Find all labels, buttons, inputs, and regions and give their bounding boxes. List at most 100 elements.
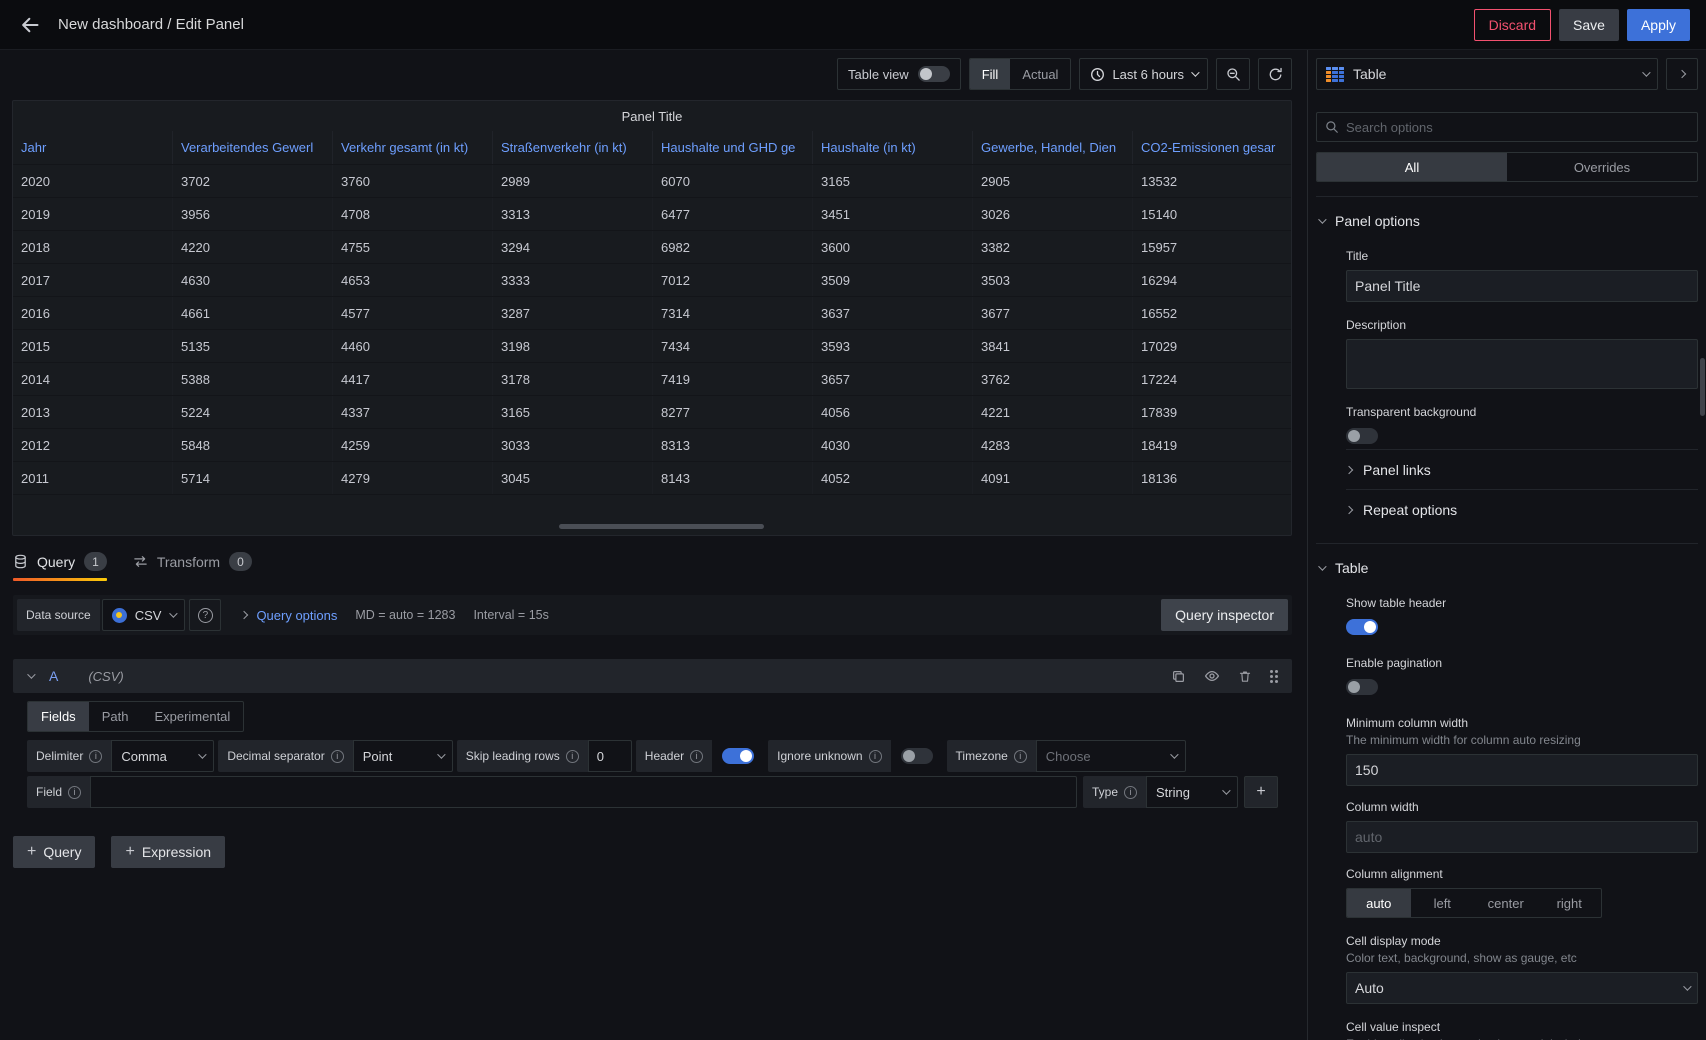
panel-title[interactable]: Panel Title bbox=[13, 101, 1291, 131]
add-expression-button[interactable]: +Expression bbox=[111, 836, 225, 868]
min-column-width-input[interactable] bbox=[1346, 754, 1698, 786]
collapse-options-button[interactable] bbox=[1666, 58, 1698, 90]
tab-query[interactable]: Query 1 bbox=[13, 552, 107, 581]
visualization-picker[interactable]: Table bbox=[1316, 58, 1658, 90]
table-cell: 18419 bbox=[1133, 429, 1292, 461]
options-filter-tabs: All Overrides bbox=[1316, 152, 1698, 182]
alignment-option-right[interactable]: right bbox=[1538, 889, 1602, 917]
table-cell: 7012 bbox=[653, 264, 813, 296]
field-type-select[interactable]: String bbox=[1146, 776, 1238, 808]
show-table-header-label: Show table header bbox=[1346, 596, 1698, 610]
collapse-query-icon[interactable] bbox=[27, 670, 35, 678]
discard-button[interactable]: Discard bbox=[1474, 9, 1551, 41]
actual-option[interactable]: Actual bbox=[1010, 59, 1070, 89]
table-row: 201746304653333370123509350316294 bbox=[13, 263, 1291, 296]
table-cell: 3333 bbox=[493, 264, 653, 296]
add-field-button[interactable]: + bbox=[1244, 776, 1278, 808]
enable-pagination-toggle[interactable] bbox=[1346, 679, 1378, 695]
delete-query-trash-icon[interactable] bbox=[1238, 669, 1252, 684]
column-width-input[interactable] bbox=[1346, 821, 1698, 853]
table-cell: 3313 bbox=[493, 198, 653, 230]
refresh-button[interactable] bbox=[1258, 58, 1292, 90]
table-column-header[interactable]: Haushalte und GHD ge bbox=[653, 131, 813, 164]
panel-options-header[interactable]: Panel options bbox=[1316, 197, 1698, 235]
delimiter-select[interactable]: Comma bbox=[111, 740, 214, 772]
table-cell: 4460 bbox=[333, 330, 493, 362]
datasource-picker[interactable]: CSV bbox=[102, 599, 186, 631]
table-cell: 4283 bbox=[973, 429, 1133, 461]
panel-links-section[interactable]: Panel links bbox=[1346, 449, 1698, 489]
csv-subtab-experimental[interactable]: Experimental bbox=[141, 702, 243, 731]
duplicate-icon[interactable] bbox=[1171, 669, 1186, 684]
add-query-button[interactable]: +Query bbox=[13, 836, 95, 868]
alignment-option-center[interactable]: center bbox=[1474, 889, 1538, 917]
table-cell: 4279 bbox=[333, 462, 493, 494]
search-icon bbox=[1325, 120, 1339, 134]
table-column-header[interactable]: Gewerbe, Handel, Dien bbox=[973, 131, 1133, 164]
alignment-option-left[interactable]: left bbox=[1411, 889, 1475, 917]
table-cell: 8313 bbox=[653, 429, 813, 461]
hide-response-eye-icon[interactable] bbox=[1204, 668, 1220, 684]
tab-all[interactable]: All bbox=[1317, 153, 1507, 181]
back-arrow-icon[interactable] bbox=[16, 11, 44, 39]
datasource-help-button[interactable]: ? bbox=[189, 599, 221, 631]
show-table-header-toggle[interactable] bbox=[1346, 619, 1378, 635]
decimal-separator-select[interactable]: Point bbox=[353, 740, 453, 772]
sidebar-scrollbar[interactable] bbox=[1700, 358, 1705, 416]
table-column-header[interactable]: Jahr bbox=[13, 131, 173, 164]
question-icon: ? bbox=[198, 608, 213, 623]
header-toggle[interactable] bbox=[722, 748, 754, 764]
table-cell: 8143 bbox=[653, 462, 813, 494]
query-options-toggle[interactable]: Query options bbox=[241, 608, 337, 623]
horizontal-scrollbar[interactable] bbox=[559, 524, 764, 529]
alignment-option-auto[interactable]: auto bbox=[1347, 889, 1411, 917]
table-cell: 13532 bbox=[1133, 165, 1292, 197]
repeat-options-section[interactable]: Repeat options bbox=[1346, 489, 1698, 529]
panel-title-input[interactable] bbox=[1346, 270, 1698, 302]
skip-rows-input[interactable] bbox=[588, 740, 632, 772]
tab-overrides[interactable]: Overrides bbox=[1507, 153, 1697, 181]
time-range-picker[interactable]: Last 6 hours bbox=[1079, 58, 1208, 90]
query-inspector-button[interactable]: Query inspector bbox=[1161, 599, 1288, 631]
column-width-label: Column width bbox=[1346, 800, 1698, 814]
table-column-header[interactable]: Haushalte (in kt) bbox=[813, 131, 973, 164]
description-textarea[interactable] bbox=[1346, 339, 1698, 389]
timezone-select[interactable]: Choose bbox=[1036, 740, 1186, 772]
tab-transform[interactable]: Transform 0 bbox=[133, 552, 252, 581]
table-cell: 16552 bbox=[1133, 297, 1292, 329]
apply-button[interactable]: Apply bbox=[1627, 9, 1690, 41]
table-cell: 2989 bbox=[493, 165, 653, 197]
csv-subtab-fields[interactable]: Fields bbox=[28, 702, 89, 731]
table-column-header[interactable]: Straßenverkehr (in kt) bbox=[493, 131, 653, 164]
table-view-toggle[interactable] bbox=[918, 66, 950, 82]
drag-handle-icon[interactable] bbox=[1270, 670, 1273, 673]
csv-field-row: Fieldi Typei String + bbox=[27, 776, 1278, 808]
query-editor-header[interactable]: A (CSV) bbox=[13, 659, 1292, 693]
transparent-background-toggle[interactable] bbox=[1346, 428, 1378, 444]
ignore-unknown-toggle[interactable] bbox=[901, 748, 933, 764]
description-label: Description bbox=[1346, 318, 1698, 332]
max-data-points-text: MD = auto = 1283 bbox=[355, 608, 455, 622]
save-button[interactable]: Save bbox=[1559, 9, 1619, 41]
breadcrumb[interactable]: New dashboard / Edit Panel bbox=[58, 16, 244, 33]
table-column-header[interactable]: Verkehr gesamt (in kt) bbox=[333, 131, 493, 164]
table-cell: 3841 bbox=[973, 330, 1133, 362]
fill-option[interactable]: Fill bbox=[970, 59, 1011, 89]
table-cell: 3702 bbox=[173, 165, 333, 197]
query-bar: Data source CSV ? Query options MD = aut… bbox=[13, 595, 1292, 635]
transparent-background-label: Transparent background bbox=[1346, 405, 1698, 419]
options-search[interactable] bbox=[1316, 112, 1698, 142]
table-column-header[interactable]: Verarbeitendes Gewerl bbox=[173, 131, 333, 164]
table-cell: 4630 bbox=[173, 264, 333, 296]
table-options-header[interactable]: Table bbox=[1316, 544, 1698, 582]
header-field-label: Headeri bbox=[636, 740, 712, 772]
zoom-out-button[interactable] bbox=[1216, 58, 1250, 90]
column-alignment-group: autoleftcenterright bbox=[1346, 888, 1602, 918]
csv-subtab-path[interactable]: Path bbox=[89, 702, 142, 731]
field-name-input[interactable] bbox=[90, 776, 1077, 808]
cell-display-mode-select[interactable]: Auto bbox=[1346, 972, 1698, 1004]
table-cell: 8277 bbox=[653, 396, 813, 428]
options-search-input[interactable] bbox=[1346, 120, 1689, 135]
table-cell: 5714 bbox=[173, 462, 333, 494]
table-column-header[interactable]: CO2-Emissionen gesar bbox=[1133, 131, 1292, 164]
